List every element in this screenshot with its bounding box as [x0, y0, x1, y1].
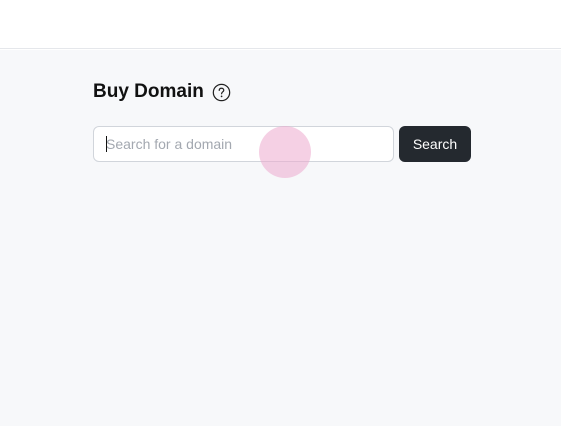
text-caret [106, 136, 107, 152]
heading-row: Buy Domain [93, 81, 231, 103]
domain-search-input[interactable] [93, 126, 394, 162]
page-title: Buy Domain [93, 81, 204, 102]
question-circle-icon[interactable] [212, 83, 231, 102]
top-bar [0, 0, 561, 49]
search-input-wrapper [93, 126, 394, 162]
domain-search-form: Search [93, 126, 471, 162]
main-content: Buy Domain Search [0, 50, 561, 426]
search-button[interactable]: Search [399, 126, 471, 162]
